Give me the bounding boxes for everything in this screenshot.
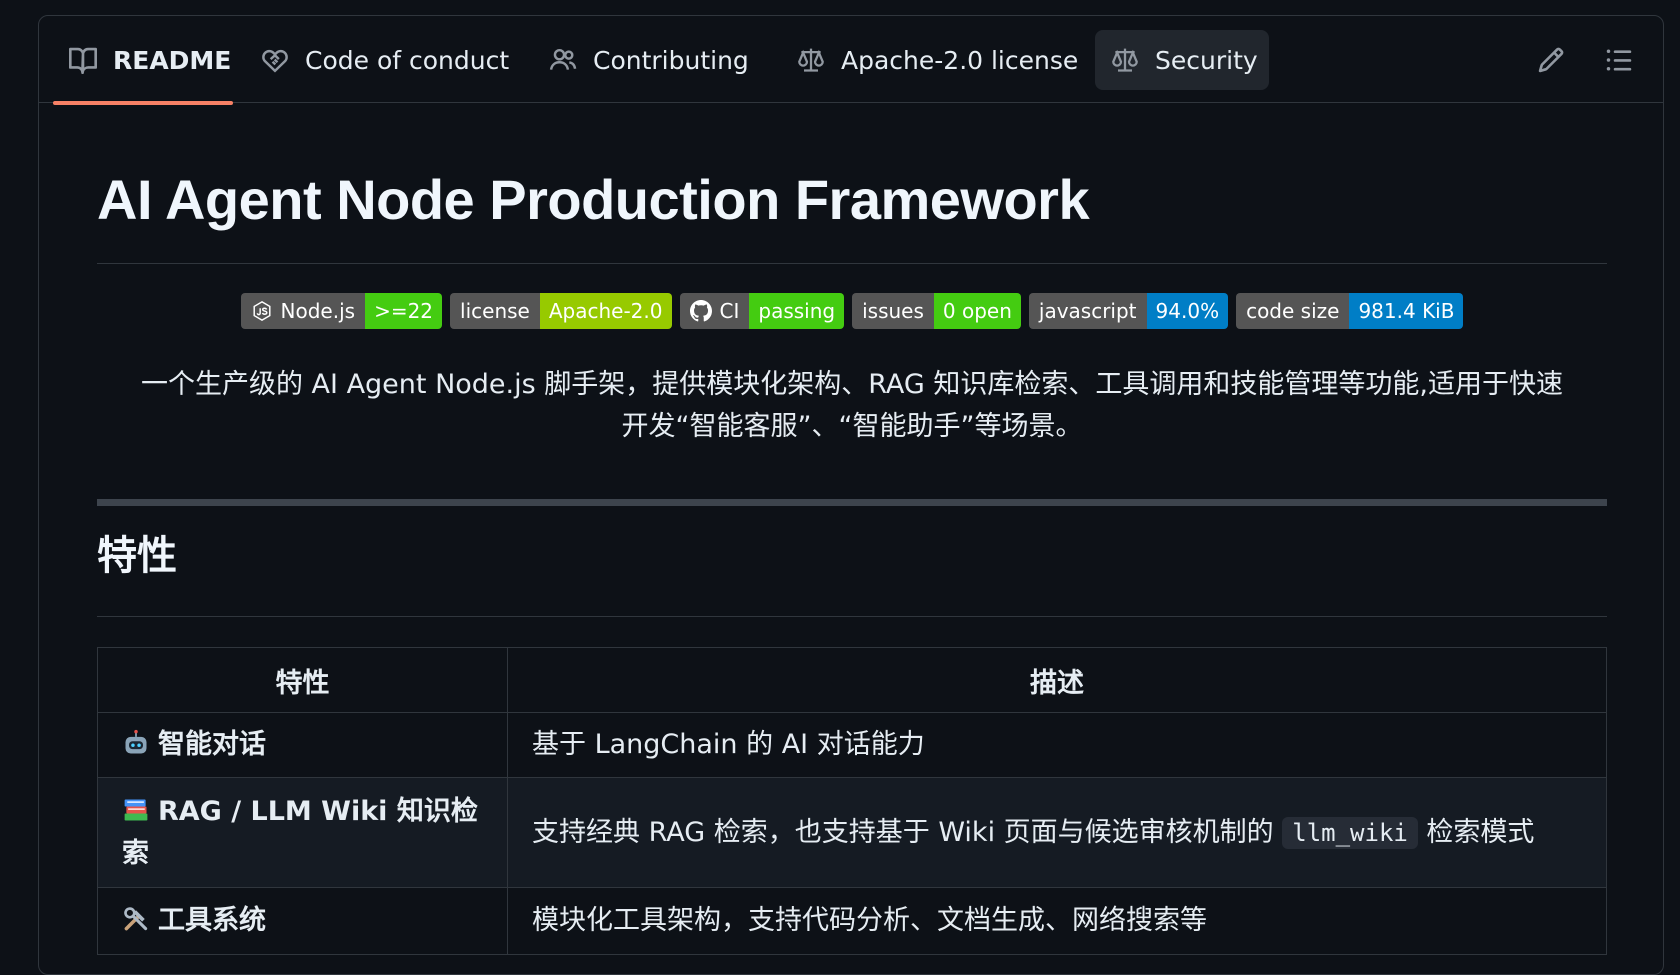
badge-label: Node.js <box>280 299 356 323</box>
features-heading: 特性 <box>97 533 177 579</box>
feature-description: 基于 LangChain 的 AI 对话能力 <box>507 712 1607 778</box>
badge-value: >=22 <box>365 293 443 329</box>
badge-label: issues <box>852 293 934 329</box>
tab-code-of-conduct[interactable]: Code of conduct <box>245 30 515 90</box>
table-row: RAG / LLM Wiki 知识检索 支持经典 RAG 检索，也支持基于 Wi… <box>97 777 1607 888</box>
robot-icon <box>125 729 147 754</box>
badge-label: javascript <box>1028 293 1147 329</box>
feature-description: 支持经典 RAG 检索，也支持基于 Wiki 页面与候选审核机制的 llm_wi… <box>507 777 1607 888</box>
table-row: 工具系统 模块化工具架构，支持代码分析、文档生成、网络搜索等 <box>97 887 1607 955</box>
tab-readme[interactable]: README <box>53 30 233 105</box>
intro-paragraph: 一个生产级的 AI Agent Node.js 脚手架，提供模块化架构、RAG … <box>97 364 1607 448</box>
edit-file-button[interactable] <box>1527 38 1575 86</box>
badge-nodejs[interactable]: Node.js >=22 <box>240 293 443 329</box>
badge-license[interactable]: license Apache-2.0 <box>450 293 672 329</box>
intro-line-2: 开发“智能客服”、“智能助手”等场景。 <box>621 411 1083 442</box>
section-divider <box>97 499 1607 506</box>
law-scale-icon <box>1111 46 1139 74</box>
inline-code: llm_wiki <box>1282 816 1418 849</box>
badge-label: license <box>450 293 540 329</box>
badge-value: Apache-2.0 <box>539 293 672 329</box>
features-heading-divider <box>97 616 1607 617</box>
heart-handshake-icon <box>261 46 289 74</box>
github-icon <box>689 300 712 322</box>
features-table: 特性 描述 智能对话 基于 LangChain 的 AI 对话能力 RAG / … <box>97 647 1607 955</box>
badge-label: CI <box>719 299 740 323</box>
badge-ci[interactable]: CI passing <box>679 293 845 329</box>
badge-code-size[interactable]: code size 981.4 KiB <box>1236 293 1464 329</box>
readme-panel: README Code of conduct Contributing Apac… <box>38 15 1664 975</box>
feature-name: RAG / LLM Wiki 知识检索 <box>122 795 478 869</box>
intro-line-1: 一个生产级的 AI Agent Node.js 脚手架，提供模块化架构、RAG … <box>140 369 1564 400</box>
badge-value: 94.0% <box>1146 293 1229 329</box>
feature-description: 模块化工具架构，支持代码分析、文档生成、网络搜索等 <box>507 887 1607 955</box>
table-row: 智能对话 基于 LangChain 的 AI 对话能力 <box>97 712 1607 778</box>
badge-issues[interactable]: issues 0 open <box>852 293 1021 329</box>
badge-value: passing <box>749 293 845 329</box>
feature-name: 智能对话 <box>158 729 266 760</box>
tab-code-of-conduct-label: Code of conduct <box>305 45 510 75</box>
badge-value: 981.4 KiB <box>1349 293 1464 329</box>
badge-label: code size <box>1236 293 1350 329</box>
table-header-row: 特性 描述 <box>97 647 1607 713</box>
badge-row: Node.js >=22 license Apache-2.0 CI passi… <box>97 293 1607 329</box>
badge-value: 0 open <box>933 293 1021 329</box>
nodejs-icon <box>253 300 271 322</box>
people-icon <box>549 46 577 74</box>
table-header-description: 描述 <box>507 647 1607 713</box>
book-icon <box>69 46 97 74</box>
books-icon <box>124 799 148 820</box>
readme-title: AI Agent Node Production Framework <box>97 168 1090 231</box>
readme-tab-bar: README Code of conduct Contributing Apac… <box>39 16 1663 105</box>
outline-button[interactable] <box>1595 38 1643 86</box>
list-unordered-icon <box>1605 46 1633 78</box>
feature-name: 工具系统 <box>158 905 266 936</box>
law-scale-icon <box>797 46 825 74</box>
tab-readme-label: README <box>113 45 232 75</box>
tab-license[interactable]: Apache-2.0 license <box>781 30 1089 90</box>
badge-javascript[interactable]: javascript 94.0% <box>1028 293 1229 329</box>
pencil-icon <box>1537 46 1565 78</box>
tab-security-label: Security <box>1155 45 1258 75</box>
table-header-feature: 特性 <box>97 647 508 713</box>
tab-contributing-label: Contributing <box>593 45 749 75</box>
tab-license-label: Apache-2.0 license <box>841 45 1079 75</box>
tab-contributing[interactable]: Contributing <box>533 30 763 90</box>
tools-icon <box>124 907 148 931</box>
title-divider <box>97 263 1607 264</box>
tab-security[interactable]: Security <box>1095 30 1269 90</box>
